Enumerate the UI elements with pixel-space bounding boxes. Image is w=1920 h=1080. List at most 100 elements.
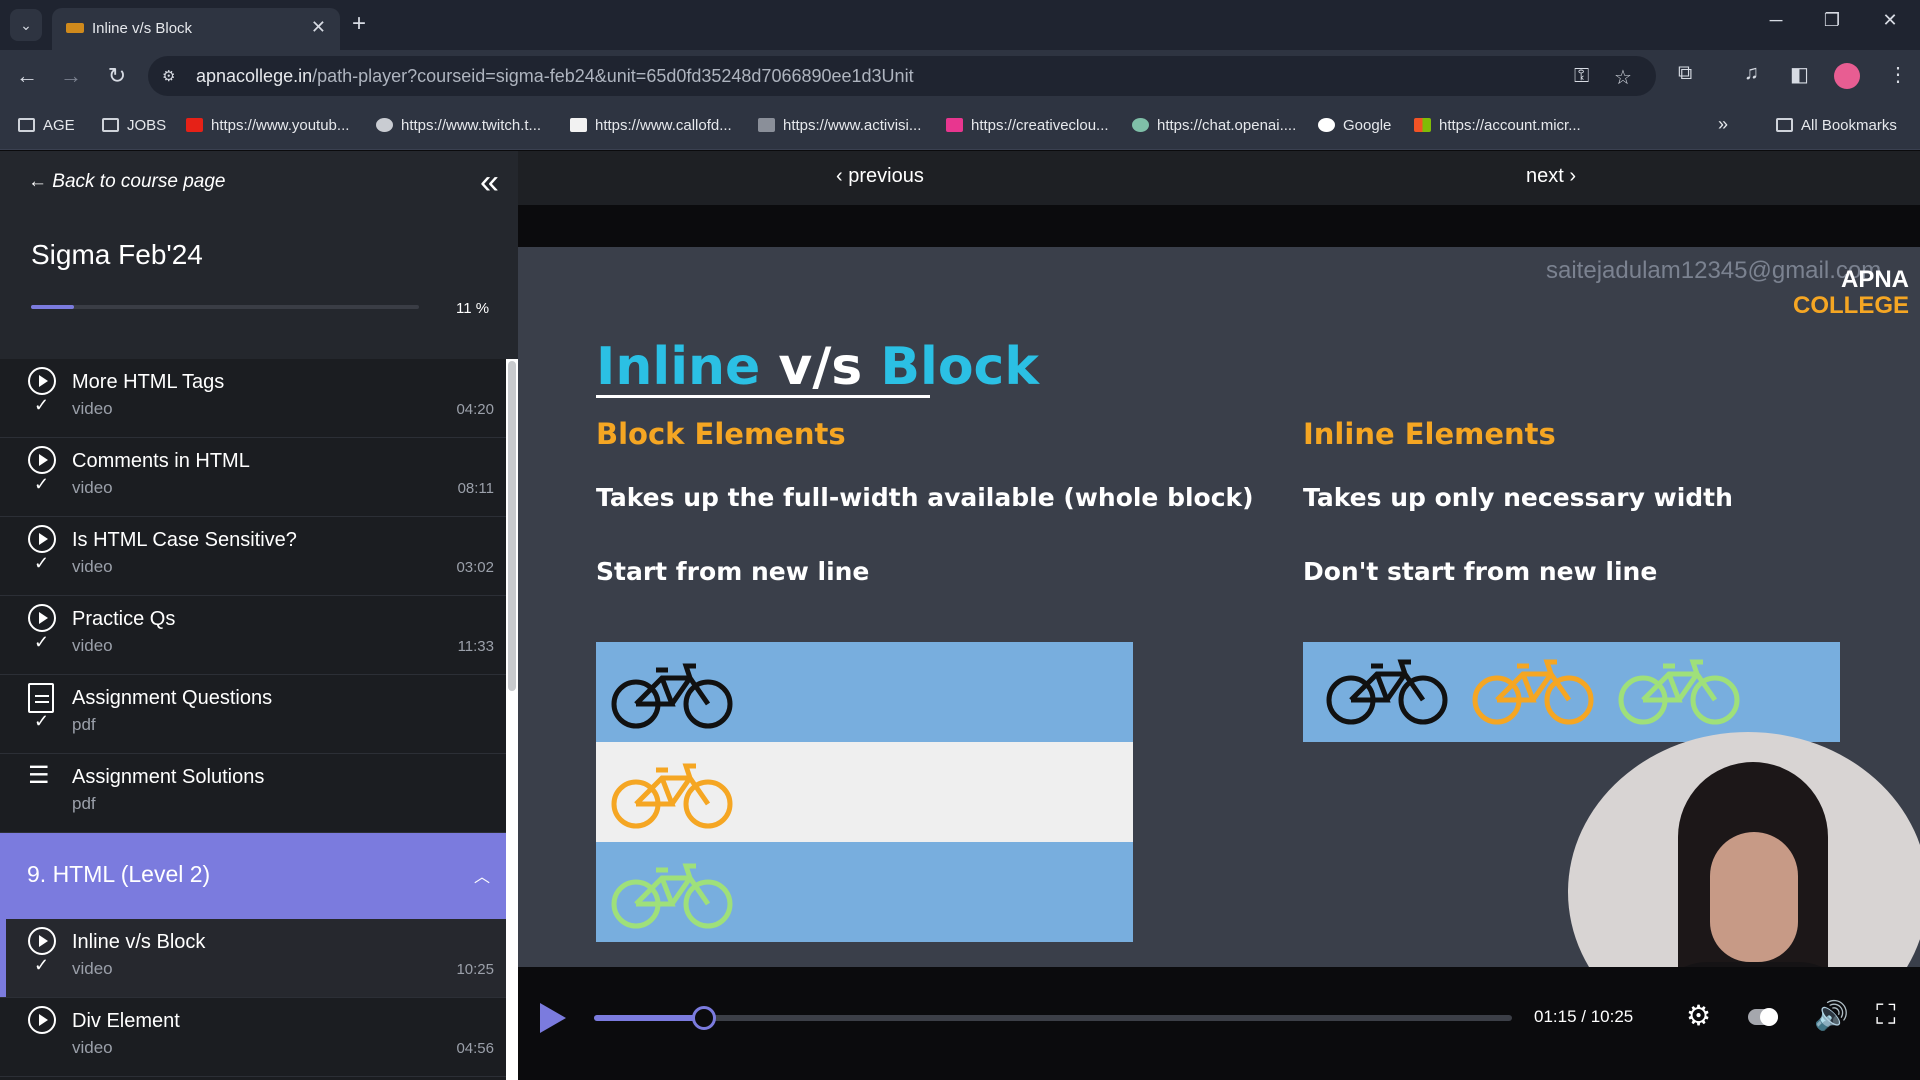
bicycle-icon: [1618, 659, 1740, 725]
lesson-type: video: [72, 636, 113, 655]
bookmark-label: https://www.callofd...: [595, 117, 732, 134]
bookmark-youtube[interactable]: https://www.youtub...: [186, 117, 349, 134]
active-tab[interactable]: Inline v/s Block ✕: [52, 8, 340, 50]
lesson-duration: 10:25: [456, 961, 494, 978]
browser-tab-strip: ⌄ Inline v/s Block ✕ + ─ ❐ ✕: [0, 0, 1920, 50]
block-point-1: Takes up the full-width available (whole…: [596, 483, 1254, 512]
new-tab-icon[interactable]: +: [352, 10, 366, 38]
seek-handle[interactable]: [692, 1006, 717, 1030]
play-circle-icon: [28, 367, 56, 395]
close-window-icon[interactable]: ✕: [1870, 10, 1910, 31]
block-point-2: Start from new line: [596, 557, 870, 586]
volume-icon[interactable]: 🔊: [1814, 999, 1849, 1032]
course-progress-bar: [31, 305, 419, 309]
play-circle-icon: [28, 927, 56, 955]
address-bar[interactable]: ⚙ apnacollege.in/path-player?courseid=si…: [148, 56, 1656, 96]
lesson-type: video: [72, 399, 113, 418]
creativecloud-icon: [946, 118, 963, 132]
inline-elements-heading: Inline Elements: [1303, 417, 1556, 451]
bookmark-google[interactable]: Google: [1318, 117, 1391, 134]
folder-icon: [1776, 118, 1793, 132]
bookmark-label: Google: [1343, 117, 1392, 134]
site-info-icon[interactable]: ⚙: [162, 67, 182, 85]
close-tab-icon[interactable]: ✕: [311, 17, 326, 38]
side-panel-icon[interactable]: ◧: [1790, 62, 1809, 87]
lesson-item[interactable]: ✓ Is HTML Case Sensitive? video 03:02: [0, 517, 506, 596]
lesson-item[interactable]: ☰ Assignment Solutions pdf: [0, 754, 506, 833]
checklist-icon: ☰: [28, 762, 50, 789]
play-icon[interactable]: [540, 1003, 566, 1033]
lesson-item[interactable]: ✓ Comments in HTML video 08:11: [0, 438, 506, 517]
sidebar-scrollbar-thumb[interactable]: [508, 361, 516, 691]
all-bookmarks[interactable]: All Bookmarks: [1776, 117, 1897, 134]
bookmark-openai[interactable]: https://chat.openai....: [1132, 117, 1296, 134]
chevron-down-icon: ⌄: [20, 16, 32, 33]
forward-arrow-icon[interactable]: →: [56, 62, 86, 92]
bookmark-jobs[interactable]: JOBS: [102, 117, 166, 134]
bookmark-activision[interactable]: https://www.activisi...: [758, 117, 921, 134]
previous-lesson-link[interactable]: ‹ previous: [836, 165, 924, 188]
previous-label: previous: [848, 165, 924, 187]
checkmark-icon: ✓: [34, 955, 50, 975]
checkmark-icon: ✓: [34, 632, 50, 652]
apna-college-logo: APNA COLLEGE: [1793, 267, 1909, 319]
extensions-icon[interactable]: ⧉: [1678, 62, 1692, 85]
more-bookmarks-icon[interactable]: »: [1718, 114, 1728, 135]
lesson-duration: 04:56: [456, 1040, 494, 1057]
profile-avatar[interactable]: [1834, 63, 1860, 89]
media-control-icon[interactable]: ♫: [1744, 62, 1759, 85]
lesson-list: ✓ More HTML Tags video 04:20 ✓ Comments …: [0, 359, 506, 1077]
browser-menu-icon[interactable]: ⋮: [1888, 62, 1908, 87]
lesson-item[interactable]: ✓ Assignment Questions pdf: [0, 675, 506, 754]
bookmark-label: https://chat.openai....: [1157, 117, 1297, 134]
collapse-sidebar-icon[interactable]: «: [480, 163, 499, 202]
course-progress-fill: [31, 305, 74, 309]
lesson-item-active[interactable]: ✓ Inline v/s Block video 10:25: [0, 919, 506, 998]
chevron-up-icon[interactable]: ︿: [474, 863, 490, 887]
tab-search-button[interactable]: ⌄: [10, 9, 42, 41]
slide-title-part: Inline: [596, 337, 761, 397]
password-key-icon[interactable]: ⚿: [1574, 65, 1589, 88]
bookmark-age[interactable]: AGE: [18, 117, 75, 134]
bookmark-creativecloud[interactable]: https://creativeclou...: [946, 117, 1109, 134]
back-to-course-link[interactable]: ← Back to course page: [28, 171, 226, 193]
bookmark-star-icon[interactable]: ☆: [1614, 65, 1632, 90]
lesson-item[interactable]: ✓ More HTML Tags video 04:20: [0, 359, 506, 438]
inline-point-1: Takes up only necessary width: [1303, 483, 1733, 512]
logo-line-2: COLLEGE: [1793, 292, 1910, 319]
lesson-duration: 11:33: [457, 638, 494, 655]
bicycle-icon: [611, 763, 733, 829]
bicycle-icon: [611, 863, 733, 929]
seek-bar[interactable]: [594, 1006, 1512, 1030]
reload-icon[interactable]: ↻: [102, 62, 132, 92]
inline-point-2: Don't start from new line: [1303, 557, 1658, 586]
section-header[interactable]: 9. HTML (Level 2) ︿: [0, 833, 506, 919]
slide-title-underline: [596, 395, 930, 398]
minimize-icon[interactable]: ─: [1756, 10, 1796, 31]
autoplay-toggle[interactable]: [1748, 1008, 1778, 1026]
lesson-item[interactable]: ✓ Practice Qs video 11:33: [0, 596, 506, 675]
callofduty-icon: [570, 118, 587, 132]
video-frame[interactable]: saitejadulam12345@gmail.com APNA COLLEGE …: [518, 247, 1920, 967]
back-arrow-icon[interactable]: ←: [12, 62, 42, 92]
url-host: apnacollege.in: [196, 66, 313, 86]
settings-gear-icon[interactable]: ⚙: [1686, 999, 1711, 1032]
restore-icon[interactable]: ❐: [1812, 10, 1852, 31]
sidebar-header: ← Back to course page « Sigma Feb'24 11 …: [0, 151, 518, 359]
lesson-type: pdf: [72, 715, 96, 734]
course-title: Sigma Feb'24: [31, 239, 203, 270]
block-elements-illustration: [596, 642, 1133, 942]
fullscreen-icon[interactable]: ⛶: [1876, 999, 1896, 1032]
bookmark-label: JOBS: [127, 117, 167, 134]
bookmark-microsoft[interactable]: https://account.micr...: [1414, 117, 1581, 134]
chevron-right-icon: ›: [1563, 165, 1577, 187]
folder-icon: [102, 118, 119, 132]
lesson-type: video: [72, 557, 113, 576]
lesson-item[interactable]: Div Element video 04:56: [0, 998, 506, 1077]
bookmark-callofduty[interactable]: https://www.callofd...: [570, 117, 732, 134]
next-lesson-link[interactable]: next ›: [1526, 165, 1576, 188]
bicycle-icon: [1472, 659, 1594, 725]
slide-title: Inline v/s Block: [596, 337, 1039, 397]
bookmark-twitch[interactable]: https://www.twitch.t...: [376, 117, 541, 134]
lesson-name: Assignment Solutions: [72, 766, 265, 788]
